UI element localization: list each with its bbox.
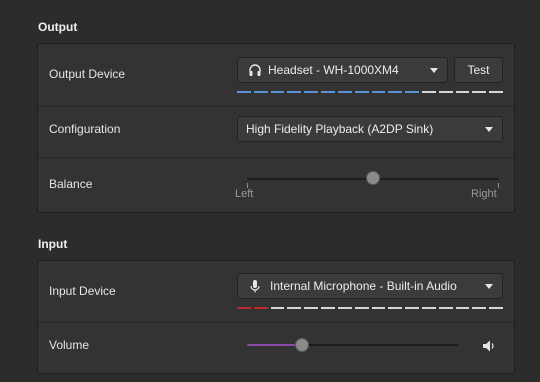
- level-segment: [438, 307, 453, 309]
- input-device-dropdown[interactable]: Internal Microphone - Built-in Audio: [237, 273, 503, 299]
- level-segment: [321, 91, 335, 93]
- level-segment: [489, 91, 503, 93]
- level-segment: [304, 91, 319, 93]
- output-device-label: Output Device: [49, 67, 126, 81]
- microphone-icon: [248, 279, 262, 293]
- balance-tick-right: [498, 183, 499, 188]
- volume-slider-handle[interactable]: [295, 338, 310, 352]
- output-level-bar: [237, 91, 503, 93]
- input-section-title: Input: [38, 237, 68, 251]
- level-segment: [421, 91, 436, 93]
- level-segment: [489, 307, 503, 309]
- level-segment: [304, 307, 319, 309]
- configuration-label: Configuration: [49, 122, 121, 136]
- level-segment: [253, 307, 268, 309]
- level-segment: [237, 91, 251, 93]
- level-segment: [388, 91, 403, 93]
- level-segment: [371, 91, 386, 93]
- level-segment: [388, 307, 403, 309]
- level-segment: [472, 91, 487, 93]
- speaker-icon[interactable]: [482, 339, 496, 353]
- input-card: Input Device Internal Microphone - Built…: [37, 260, 515, 374]
- level-segment: [371, 307, 386, 309]
- level-segment: [253, 91, 268, 93]
- output-device-value: Headset - WH-1000XM4: [268, 63, 399, 77]
- input-device-label: Input Device: [49, 284, 116, 298]
- volume-slider-fill: [247, 344, 303, 346]
- balance-right-label: Right: [471, 188, 497, 200]
- level-segment: [438, 91, 453, 93]
- level-segment: [270, 91, 285, 93]
- level-segment: [287, 307, 302, 309]
- output-card: Output Device Headset - WH-1000XM4 Test …: [37, 43, 515, 213]
- level-segment: [337, 307, 352, 309]
- headphones-icon: [248, 63, 262, 77]
- level-segment: [421, 307, 436, 309]
- level-segment: [354, 307, 369, 309]
- balance-label: Balance: [49, 177, 93, 191]
- level-segment: [455, 307, 470, 309]
- level-segment: [354, 91, 369, 93]
- output-section-title: Output: [38, 20, 78, 34]
- chevron-down-icon: [430, 67, 438, 73]
- configuration-value: High Fidelity Playback (A2DP Sink): [246, 122, 434, 136]
- output-device-dropdown[interactable]: Headset - WH-1000XM4: [237, 57, 448, 83]
- chevron-down-icon: [485, 283, 493, 289]
- level-segment: [287, 91, 302, 93]
- chevron-down-icon: [485, 126, 493, 132]
- balance-left-label: Left: [235, 188, 254, 200]
- input-level-bar: [237, 307, 503, 309]
- level-segment: [472, 307, 487, 309]
- level-segment: [270, 307, 285, 309]
- volume-label: Volume: [49, 338, 90, 352]
- balance-slider-handle[interactable]: [366, 171, 380, 185]
- test-button[interactable]: Test: [454, 57, 503, 83]
- input-device-value: Internal Microphone - Built-in Audio: [270, 279, 457, 293]
- level-segment: [405, 91, 419, 93]
- configuration-dropdown[interactable]: High Fidelity Playback (A2DP Sink): [237, 116, 503, 142]
- level-segment: [455, 91, 470, 93]
- level-segment: [321, 307, 335, 309]
- level-segment: [237, 307, 251, 309]
- level-segment: [337, 91, 352, 93]
- level-segment: [405, 307, 419, 309]
